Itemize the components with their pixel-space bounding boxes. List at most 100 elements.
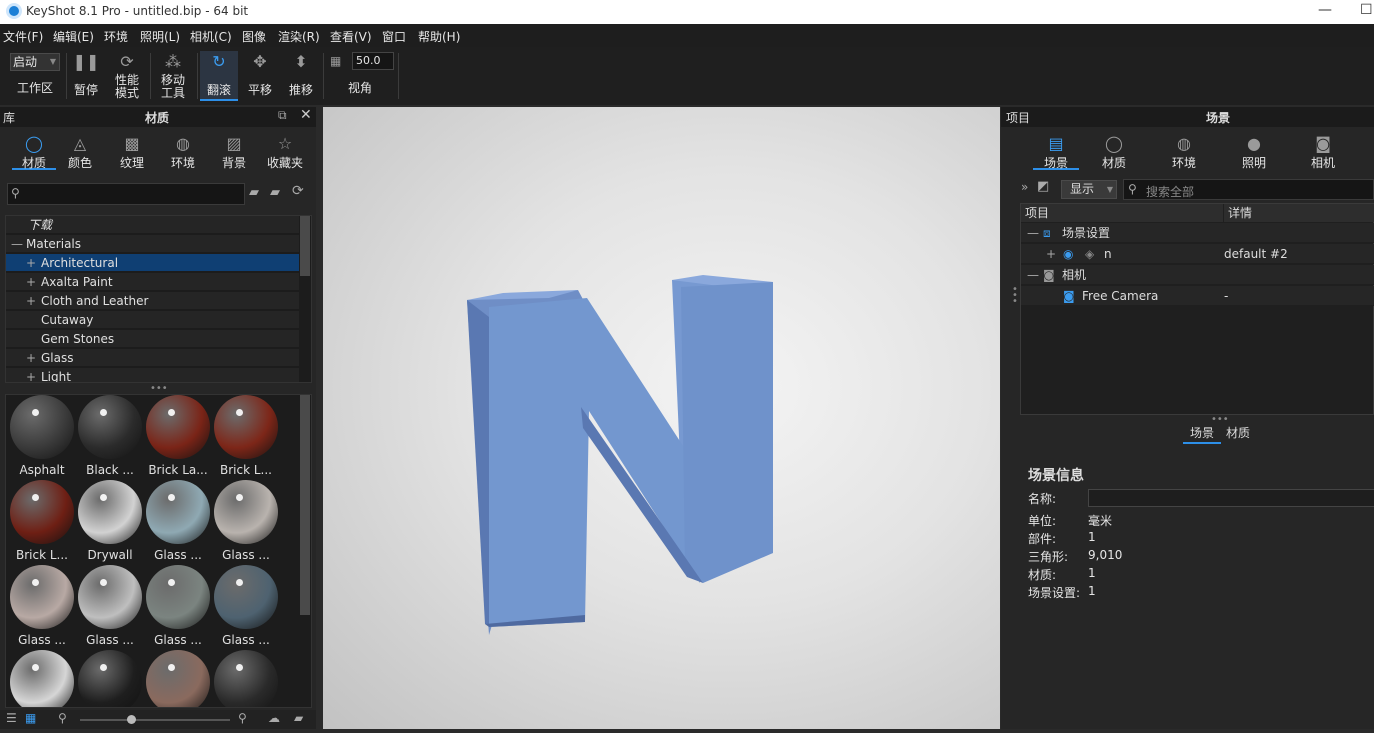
tree-item-glass[interactable]: + Glass [6, 349, 299, 367]
material-thumbnail[interactable]: Drywall [77, 480, 143, 562]
tree-item-cutaway[interactable]: Cutaway [6, 311, 299, 329]
material-thumbnail[interactable]: Glass ... [213, 480, 279, 562]
fov-input[interactable]: 50.0 [352, 52, 394, 70]
performance-mode-button[interactable]: ⟳ 性能 模式 [108, 51, 146, 101]
tab-project-lighting[interactable]: ● 照明 [1234, 134, 1274, 170]
tab-backgrounds[interactable]: ▨ 背景 [214, 134, 254, 170]
tab-scene[interactable]: ▤ 场景 [1033, 134, 1079, 170]
splitter-handle[interactable]: ••• [150, 383, 168, 394]
cloud-upload-icon[interactable]: ☁ [268, 711, 280, 725]
material-thumbnail[interactable]: Brick L... [213, 395, 279, 477]
scene-icon: ▤ [1048, 134, 1064, 153]
scene-name-input[interactable] [1088, 489, 1374, 507]
menu-view[interactable]: 查看(V) [330, 28, 372, 45]
collapse-icon[interactable]: — [1027, 265, 1039, 285]
side-handle[interactable]: • • • [1012, 285, 1018, 307]
collapse-icon[interactable]: — [1027, 223, 1039, 243]
import-folder-icon[interactable]: ▰ [294, 711, 303, 725]
expand-icon[interactable]: + [26, 254, 36, 272]
pause-button[interactable]: ❚❚ 暂停 [68, 51, 104, 101]
tree-item-cloth-and-leather[interactable]: + Cloth and Leather [6, 292, 299, 310]
menu-file[interactable]: 文件(F) [3, 28, 43, 45]
tree-item-light[interactable]: + Light [6, 368, 299, 382]
scene-filter-icon[interactable]: ◩ [1037, 179, 1049, 194]
scene-search-input[interactable]: ⚲ 搜索全部 [1123, 179, 1374, 200]
material-thumbnail[interactable] [77, 650, 143, 707]
menu-render[interactable]: 渲染(R) [278, 28, 320, 45]
tree-item-axalta-paint[interactable]: + Axalta Paint [6, 273, 299, 291]
subtab-material[interactable]: 材质 [1221, 424, 1255, 444]
menu-environment[interactable]: 环境 [104, 28, 128, 45]
minimize-button[interactable]: — [1318, 2, 1332, 18]
maximize-button[interactable]: ☐ [1360, 2, 1373, 18]
material-thumbnail[interactable]: Black ... [77, 395, 143, 477]
list-view-icon[interactable]: ☰ [6, 711, 17, 725]
menu-image[interactable]: 图像 [242, 28, 266, 45]
tab-environments[interactable]: ◍ 环境 [163, 134, 203, 170]
collapse-icon[interactable]: — [11, 235, 23, 253]
fov-icon: ▦ [330, 54, 342, 68]
tree-item-downloads[interactable]: 下载 [6, 216, 299, 234]
expand-icon[interactable]: + [26, 292, 36, 310]
material-thumbnail[interactable]: Glass ... [9, 565, 75, 647]
render-viewport[interactable] [323, 107, 1000, 729]
menu-lighting[interactable]: 照明(L) [140, 28, 180, 45]
grid-view-icon[interactable]: ▦ [25, 711, 36, 725]
expand-icon[interactable]: + [26, 368, 36, 382]
material-label: Glass ... [222, 548, 270, 562]
display-dropdown[interactable]: 显示 ▼ [1061, 180, 1117, 199]
column-item[interactable]: 项目 [1021, 204, 1223, 222]
close-icon[interactable]: ✕ [300, 107, 312, 123]
material-thumbnail[interactable]: Glass ... [145, 480, 211, 562]
eye-icon[interactable]: ◉ [1063, 244, 1073, 264]
tree-model-n[interactable]: + ◉ ◈ n default #2 [1021, 244, 1374, 264]
material-thumbnail[interactable]: Brick L... [9, 480, 75, 562]
workspace-dropdown[interactable]: 启动 ▼ [10, 53, 60, 71]
menu-edit[interactable]: 编辑(E) [53, 28, 94, 45]
tab-project-materials[interactable]: ◯ 材质 [1094, 134, 1134, 170]
folder-open-icon[interactable]: ▰ [249, 185, 259, 200]
menu-camera[interactable]: 相机(C) [190, 28, 232, 45]
tree-item-gem-stones[interactable]: Gem Stones [6, 330, 299, 348]
zoom-out-icon[interactable]: ⚲ [58, 711, 67, 725]
tree-item-materials[interactable]: — Materials [6, 235, 299, 253]
material-thumbnail[interactable] [145, 650, 211, 707]
tree-scene-settings[interactable]: — ⧈ 场景设置 [1021, 223, 1374, 243]
tree-scrollbar[interactable] [300, 216, 310, 276]
material-thumbnail[interactable] [9, 650, 75, 707]
refresh-icon[interactable]: ⟳ [292, 183, 304, 199]
subtab-scene[interactable]: 场景 [1183, 424, 1221, 444]
tab-materials[interactable]: ◯ 材质 [12, 134, 56, 170]
menu-help[interactable]: 帮助(H) [418, 28, 460, 45]
material-thumbnail[interactable]: Asphalt [9, 395, 75, 477]
tumble-button[interactable]: ↻ 翻滚 [200, 51, 238, 101]
expand-icon[interactable]: + [26, 273, 36, 291]
tab-favorites[interactable]: ☆ 收藏夹 [262, 134, 308, 170]
menu-window[interactable]: 窗口 [382, 28, 406, 45]
zoom-in-icon[interactable]: ⚲ [238, 711, 247, 725]
tab-project-camera[interactable]: ◙ 相机 [1303, 134, 1343, 170]
expand-icon[interactable]: + [26, 349, 36, 367]
tree-cameras[interactable]: — ◙ 相机 [1021, 265, 1374, 285]
material-thumbnail[interactable] [213, 650, 279, 707]
tab-textures[interactable]: ▩ 纹理 [112, 134, 152, 170]
folder-add-icon[interactable]: ▰ [270, 185, 280, 200]
pan-button[interactable]: ✥ 平移 [242, 51, 278, 101]
material-thumbnail[interactable]: Glass ... [77, 565, 143, 647]
tab-colors[interactable]: ◬ 颜色 [60, 134, 100, 170]
dolly-button[interactable]: ⬍ 推移 [283, 51, 319, 101]
tab-project-environment[interactable]: ◍ 环境 [1164, 134, 1204, 170]
material-thumbnail[interactable]: Brick La... [145, 395, 211, 477]
material-thumbnail[interactable]: Glass ... [145, 565, 211, 647]
thumbnail-size-slider[interactable] [80, 715, 230, 724]
material-thumbnail[interactable]: Glass ... [213, 565, 279, 647]
thumbnail-scrollbar[interactable] [300, 395, 310, 615]
expand-all-icon[interactable]: » [1021, 180, 1028, 194]
float-panel-icon[interactable]: ⧉ [278, 108, 287, 123]
tree-free-camera[interactable]: ◙ Free Camera - [1021, 286, 1374, 306]
column-detail[interactable]: 详情 [1224, 204, 1374, 222]
tree-item-architectural[interactable]: + Architectural [6, 254, 299, 272]
library-search-input[interactable]: ⚲ [7, 183, 245, 205]
expand-icon[interactable]: + [1046, 244, 1056, 264]
move-tool-button[interactable]: ⁂ 移动 工具 [154, 51, 192, 101]
